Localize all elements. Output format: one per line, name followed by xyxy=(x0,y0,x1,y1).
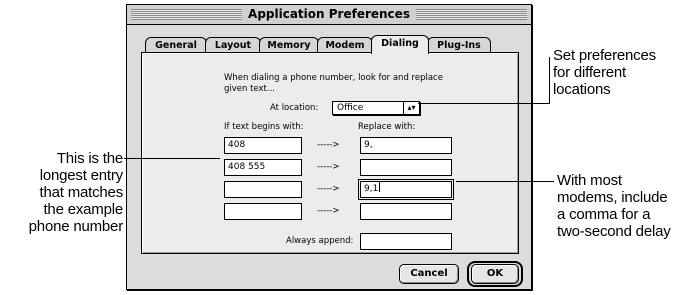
begins-with-field-3[interactable] xyxy=(224,181,302,198)
replace-with-field-2[interactable] xyxy=(360,159,452,176)
row-arrow-1: -----> xyxy=(317,140,340,150)
replace-with-field-4[interactable] xyxy=(360,203,452,220)
location-value: Office xyxy=(337,103,364,113)
location-popup[interactable]: Office ▴▾ xyxy=(332,101,420,115)
dialing-panel: When dialing a phone number, look for an… xyxy=(141,52,519,254)
tab-dialing[interactable]: Dialing xyxy=(371,35,429,54)
row-arrow-2: -----> xyxy=(317,162,340,172)
annotation-comma-delay: With most modems, include a comma for a … xyxy=(557,172,671,240)
annotation-longest-entry: This is the longest entry that matches t… xyxy=(28,150,124,235)
tab-bar: General Layout Memory Modem Dialing Plug… xyxy=(145,35,515,54)
callout-line-comma-delay xyxy=(456,181,554,182)
always-append-field[interactable] xyxy=(360,233,452,250)
callout-line-locations xyxy=(418,103,550,104)
begins-with-field-4[interactable] xyxy=(224,203,302,220)
annotation-locations: Set preferences for different locations xyxy=(553,47,656,98)
tab-memory[interactable]: Memory xyxy=(259,37,319,53)
begins-with-field-2[interactable]: 408 555 xyxy=(224,159,302,176)
preferences-window: Application Preferences General Layout M… xyxy=(126,4,532,290)
callout-line-longest-entry xyxy=(124,158,220,159)
tab-general[interactable]: General xyxy=(145,37,207,53)
updown-arrows-icon: ▴▾ xyxy=(403,102,419,114)
always-append-label: Always append: xyxy=(286,236,354,246)
description-line-1: When dialing a phone number, look for an… xyxy=(224,73,443,83)
replace-with-field-3-text: 9,1 xyxy=(364,184,379,194)
begins-with-field-1[interactable]: 408 xyxy=(224,137,302,154)
replace-with-field-1[interactable]: 9, xyxy=(360,137,452,154)
window-title: Application Preferences xyxy=(242,6,416,23)
text-cursor xyxy=(379,182,381,192)
title-bar[interactable]: Application Preferences xyxy=(127,5,531,25)
callout-line-locations-vertical xyxy=(549,57,550,104)
tab-plug-ins[interactable]: Plug-Ins xyxy=(427,37,491,53)
ok-button[interactable]: OK xyxy=(471,264,519,284)
replace-with-header: Replace with: xyxy=(358,122,416,132)
description-line-2: given text... xyxy=(224,84,275,94)
cancel-button[interactable]: Cancel xyxy=(399,264,459,284)
row-arrow-3: -----> xyxy=(317,184,340,194)
tab-modem[interactable]: Modem xyxy=(317,37,373,53)
begins-with-header: If text begins with: xyxy=(224,122,304,132)
location-label: At location: xyxy=(270,103,319,113)
row-arrow-4: -----> xyxy=(317,206,340,216)
replace-with-field-3[interactable]: 9,1 xyxy=(358,179,454,200)
tab-layout[interactable]: Layout xyxy=(205,37,261,53)
